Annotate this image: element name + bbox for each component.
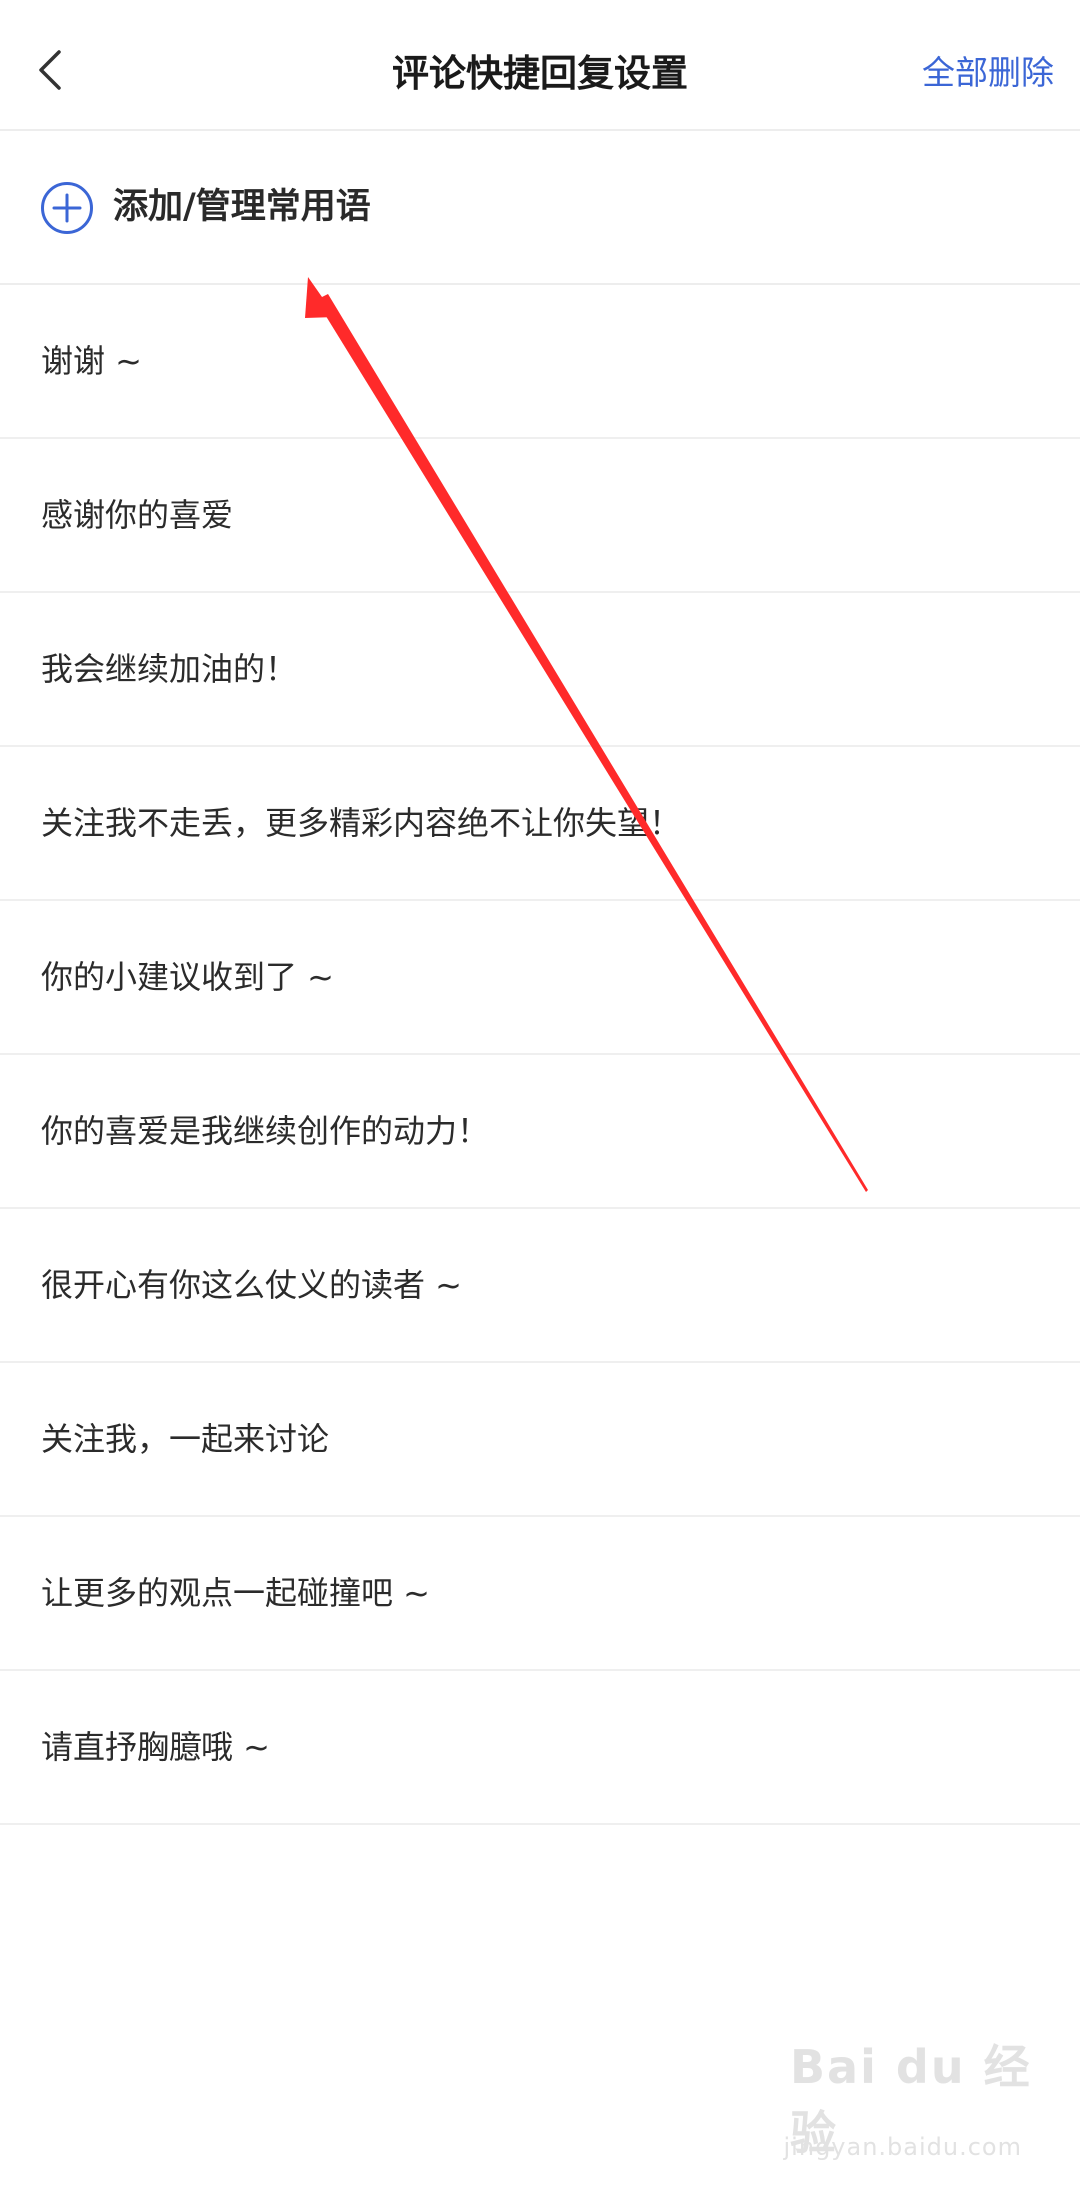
- list-item[interactable]: 我会继续加油的！: [0, 593, 1080, 747]
- list-item[interactable]: 请直抒胸臆哦 ~: [0, 1671, 1080, 1825]
- list-item[interactable]: 关注我，一起来讨论: [0, 1363, 1080, 1517]
- page-title: 评论快捷回复设置: [392, 52, 688, 95]
- list-item[interactable]: 感谢你的喜爱: [0, 439, 1080, 593]
- plus-circle-icon: [41, 182, 93, 234]
- watermark-logo-text: Bai du 经验: [790, 2040, 1032, 2160]
- list-item[interactable]: 你的小建议收到了 ~: [0, 901, 1080, 1055]
- list-item[interactable]: 谢谢 ~: [0, 285, 1080, 439]
- list-item[interactable]: 关注我不走丢，更多精彩内容绝不让你失望！: [0, 747, 1080, 901]
- delete-all-button[interactable]: 全部删除: [922, 40, 1054, 106]
- back-button[interactable]: [20, 34, 80, 106]
- list-item[interactable]: 你的喜爱是我继续创作的动力！: [0, 1055, 1080, 1209]
- list-item[interactable]: 让更多的观点一起碰撞吧 ~: [0, 1517, 1080, 1671]
- watermark-url: jingyan.baidu.com: [783, 2133, 1022, 2161]
- header-bar: 评论快捷回复设置 全部删除: [0, 0, 1080, 131]
- quick-reply-list: 谢谢 ~ 感谢你的喜爱 我会继续加油的！ 关注我不走丢，更多精彩内容绝不让你失望…: [0, 285, 1080, 1825]
- list-item[interactable]: 很开心有你这么仗义的读者 ~: [0, 1209, 1080, 1363]
- watermark: Bai du 经验 jingyan.baidu.com: [784, 2031, 1040, 2161]
- add-manage-phrases-label: 添加/管理常用语: [113, 187, 371, 227]
- chevron-left-icon: [39, 50, 61, 90]
- add-manage-phrases-button[interactable]: 添加/管理常用语: [0, 131, 1080, 285]
